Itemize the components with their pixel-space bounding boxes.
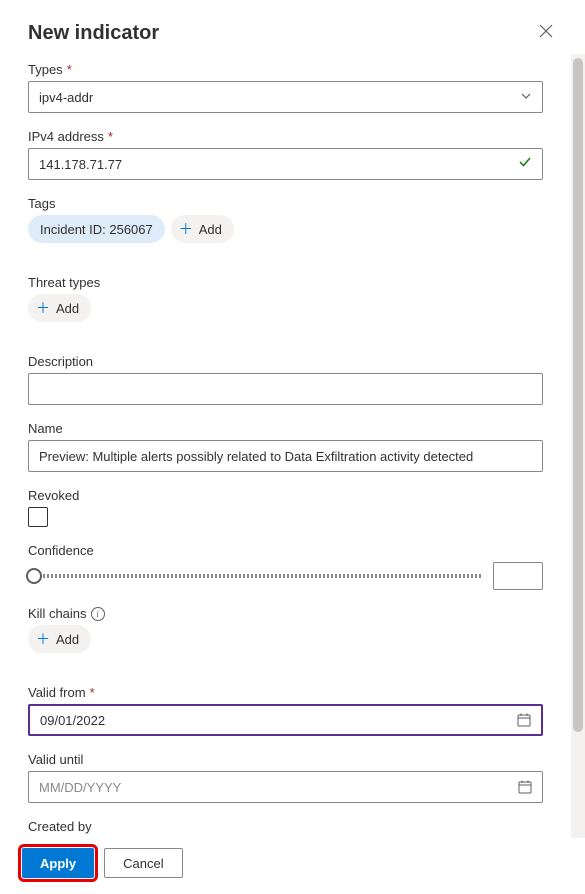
name-field: Name Preview: Multiple alerts possibly r… [28,421,543,472]
slider-thumb[interactable] [26,568,42,584]
types-select[interactable]: ipv4-addr [28,81,543,113]
ipv4-field: IPv4 address* 141.178.71.77 [28,129,543,180]
threat-types-label: Threat types [28,275,543,290]
tag-item[interactable]: Incident ID: 256067 [28,215,165,243]
calendar-icon [518,780,532,794]
revoked-field: Revoked [28,488,543,527]
panel-footer: Apply Cancel [0,838,585,894]
required-icon: * [67,62,72,77]
ipv4-input[interactable]: 141.178.71.77 [28,148,543,180]
created-by-label: Created by [28,819,543,834]
types-field: Types* ipv4-addr [28,62,543,113]
kill-chains-field: Kill chains i ＋ Add [28,606,543,653]
plus-icon: ＋ [36,629,50,649]
apply-button[interactable]: Apply [22,848,94,878]
description-input[interactable] [28,373,543,405]
plus-icon: ＋ [179,219,193,239]
close-icon[interactable] [535,20,557,46]
required-icon: * [90,685,95,700]
tags-label: Tags [28,196,543,211]
checkmark-icon [518,155,532,173]
description-label: Description [28,354,543,369]
confidence-label: Confidence [28,543,543,558]
scrollbar[interactable] [571,54,585,838]
chevron-down-icon [520,90,532,105]
plus-icon: ＋ [36,298,50,318]
kill-chains-label: Kill chains i [28,606,543,621]
valid-from-label: Valid from* [28,685,543,700]
confidence-value-input[interactable] [493,562,543,590]
confidence-slider[interactable] [28,574,481,578]
form-content: Types* ipv4-addr IPv4 address* 141.178.7… [0,54,571,838]
cancel-button[interactable]: Cancel [104,848,182,878]
add-kill-chain-button[interactable]: ＋ Add [28,625,91,653]
valid-until-field: Valid until MM/DD/YYYY [28,752,543,803]
revoked-checkbox[interactable] [28,507,48,527]
name-label: Name [28,421,543,436]
panel-header: New indicator [0,0,585,54]
valid-from-input[interactable]: 09/01/2022 [28,704,543,736]
name-input[interactable]: Preview: Multiple alerts possibly relate… [28,440,543,472]
revoked-label: Revoked [28,488,543,503]
confidence-field: Confidence [28,543,543,590]
required-icon: * [108,129,113,144]
tags-field: Tags Incident ID: 256067 ＋ Add [28,196,543,243]
created-by-field: Created by gbarnes@contoso.com [28,819,543,838]
calendar-icon [517,713,531,727]
types-label: Types* [28,62,543,77]
scrollbar-thumb[interactable] [573,58,583,732]
threat-types-field: Threat types ＋ Add [28,275,543,322]
valid-until-label: Valid until [28,752,543,767]
valid-until-input[interactable]: MM/DD/YYYY [28,771,543,803]
description-field: Description [28,354,543,405]
valid-from-field: Valid from* 09/01/2022 [28,685,543,736]
new-indicator-panel: New indicator Types* ipv4-addr [0,0,585,894]
panel-title: New indicator [28,22,159,45]
add-threat-type-button[interactable]: ＋ Add [28,294,91,322]
info-icon[interactable]: i [91,607,105,621]
add-tag-button[interactable]: ＋ Add [171,215,234,243]
ipv4-label: IPv4 address* [28,129,543,144]
